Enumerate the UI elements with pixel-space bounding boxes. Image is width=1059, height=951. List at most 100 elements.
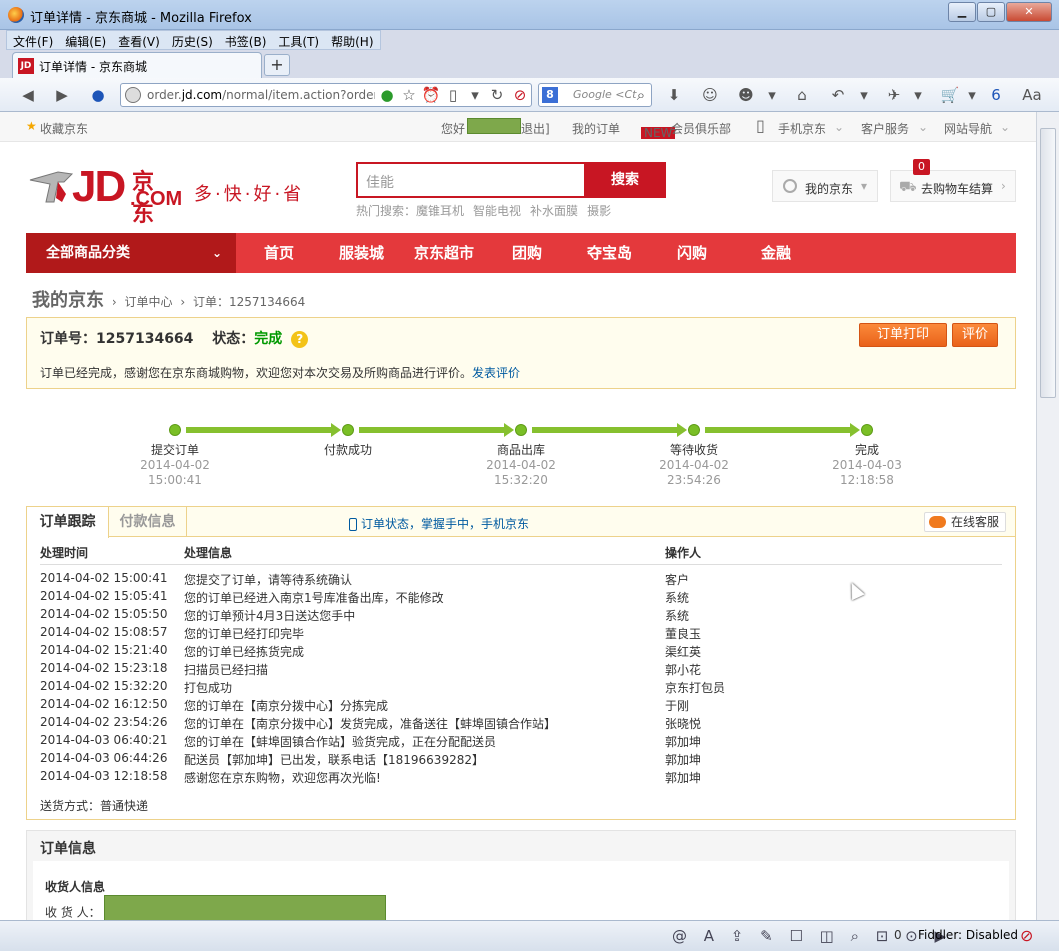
download-icon[interactable]: ⬇: [664, 85, 684, 105]
jd-dog-icon: [29, 171, 74, 203]
font-icon[interactable]: Aa: [1022, 85, 1042, 105]
close-button[interactable]: ✕: [1006, 2, 1052, 22]
plane-icon[interactable]: ✈: [884, 85, 904, 105]
review-button[interactable]: 评价: [952, 323, 998, 347]
new-tab-button[interactable]: +: [264, 54, 290, 76]
status-bar-icons[interactable]: @ A ⇪ ✎ ☐ ◫ ⌕ ⊡ ⊙ ▶: [672, 927, 952, 945]
search-engine-icon[interactable]: 8: [542, 87, 558, 103]
all-categories-button[interactable]: 全部商品分类 ⌄: [26, 233, 236, 273]
table-row: 2014-04-03 06:44:26 配送员【郭加坤】已出发，联系电话【1819…: [40, 751, 1002, 769]
dropdown-arrow-icon[interactable]: ▾: [465, 85, 485, 105]
addon-icon[interactable]: ☺: [700, 85, 720, 105]
minimize-button[interactable]: ▁: [948, 2, 976, 22]
home-page-icon[interactable]: ●: [88, 85, 108, 105]
nav-item-group-buy[interactable]: 团购: [512, 233, 542, 273]
menu-help[interactable]: 帮助(H): [325, 31, 379, 49]
order-info-title: 订单信息: [40, 841, 96, 857]
undo-dropdown-icon[interactable]: ▾: [854, 85, 874, 105]
breadcrumb-order-center[interactable]: 订单中心: [124, 295, 172, 309]
menu-history[interactable]: 历史(S): [166, 31, 219, 49]
site-identity-icon[interactable]: [125, 87, 141, 103]
url-text[interactable]: order.jd.com/normal/item.action?orderid=: [147, 88, 375, 102]
maximize-button[interactable]: ▢: [977, 2, 1005, 22]
phone-icon[interactable]: ▯: [443, 85, 463, 105]
shipping-method: 送货方式：普通快递: [40, 799, 149, 813]
nav-item-finance[interactable]: 金融: [761, 233, 791, 273]
nav-item-supermarket[interactable]: 京东超市: [414, 233, 474, 273]
cart-icon[interactable]: 🛒: [940, 85, 960, 105]
cart-dropdown-icon[interactable]: ▾: [962, 85, 982, 105]
order-info-box: 订单信息 收货人信息 收 货 人：: [26, 830, 1016, 920]
customer-service-link[interactable]: 客户服务: [861, 120, 909, 137]
online-service-button[interactable]: 在线客服: [924, 512, 1006, 532]
my-jd-button[interactable]: 我的京东 ▾: [772, 170, 878, 202]
toolbar-dropdown-icon[interactable]: ▾: [762, 85, 782, 105]
my-order-link[interactable]: 我的订单: [572, 120, 620, 137]
favorite-link[interactable]: 收藏京东: [40, 120, 88, 137]
nav-item-treasure[interactable]: 夺宝岛: [587, 233, 632, 273]
search-button[interactable]: 搜索: [584, 162, 666, 198]
jd-favicon-icon: JD: [18, 58, 34, 74]
vip-club-link[interactable]: 会员俱乐部: [671, 120, 731, 137]
tool-6-icon[interactable]: 6: [986, 85, 1006, 105]
search-bar[interactable]: 8 Google <Ct ⌕: [538, 83, 652, 107]
nav-item-flash-sale[interactable]: 闪购: [677, 233, 707, 273]
fiddler-icon[interactable]: ⊘: [1020, 926, 1033, 945]
go-icon[interactable]: ●: [377, 85, 397, 105]
order-number: 1257134664: [96, 331, 194, 347]
menu-bookmarks[interactable]: 书签(B): [219, 31, 273, 49]
adblock-icon[interactable]: ⊘: [510, 85, 530, 105]
home-icon[interactable]: ⌂: [792, 85, 812, 105]
progress-arrow: [532, 423, 687, 437]
search-icon[interactable]: ⌕: [631, 85, 651, 105]
cart-button[interactable]: ⛟ 0 去购物车结算 ›: [890, 159, 1016, 202]
hot-search-item[interactable]: 摄影: [587, 204, 611, 218]
row-operator: 郭加坤: [665, 771, 702, 785]
alarm-icon[interactable]: ⏰: [421, 85, 441, 105]
forward-icon[interactable]: ▶: [52, 85, 72, 105]
receiver-label: 收 货 人：: [45, 905, 101, 920]
scrollbar-thumb[interactable]: [1040, 128, 1056, 398]
help-icon[interactable]: ?: [291, 330, 309, 348]
emoji-icon[interactable]: ☻: [736, 85, 756, 105]
order-summary: 订单号：1257134664 状态：完成 ?: [40, 328, 309, 348]
step-name: 等待收货: [669, 443, 718, 457]
hot-search-item[interactable]: 补水面膜: [530, 204, 578, 218]
tab-strip: JD 订单详情 - 京东商城 +: [0, 50, 1059, 78]
hot-search-item[interactable]: 魔锥耳机: [416, 204, 464, 218]
search-placeholder[interactable]: Google <Ct: [573, 88, 637, 101]
nav-item-clothing[interactable]: 服装城: [339, 233, 384, 273]
logout-link[interactable]: 退出]: [521, 120, 550, 137]
menu-edit[interactable]: 编辑(E): [59, 31, 112, 49]
step-name: 提交订单: [150, 443, 199, 457]
product-search[interactable]: 佳能 搜索: [356, 162, 666, 198]
mobile-jd-link[interactable]: 手机京东: [778, 120, 826, 137]
tab-order-tracking[interactable]: 订单跟踪: [27, 507, 109, 538]
reload-icon[interactable]: ↻: [487, 85, 507, 105]
fiddler-status[interactable]: Fiddler: Disabled: [918, 928, 1018, 942]
post-review-link[interactable]: 发表评价: [472, 366, 520, 380]
table-row: 2014-04-02 15:23:18 扫描员已经扫描 郭小花: [40, 661, 1002, 679]
row-info: 您的订单已经进入南京1号库准备出库，不能修改: [184, 591, 444, 605]
menu-file[interactable]: 文件(F): [7, 31, 59, 49]
undo-icon[interactable]: ↶: [828, 85, 848, 105]
row-time: 2014-04-03 12:18:58: [40, 769, 168, 783]
mobile-tip-link[interactable]: 订单状态，掌握手中，手机京东: [349, 515, 529, 532]
back-icon[interactable]: ◀: [18, 85, 38, 105]
tab-payment-info[interactable]: 付款信息: [109, 507, 187, 537]
site-nav-link[interactable]: 网站导航: [944, 120, 992, 137]
bookmark-star-icon[interactable]: ☆: [399, 85, 419, 105]
url-bar[interactable]: order.jd.com/normal/item.action?orderid=…: [120, 83, 532, 107]
tracking-table-header: 处理时间 处理信息 操作人: [40, 544, 1002, 565]
step-date: 2014-04-02: [486, 458, 556, 472]
menu-view[interactable]: 查看(V): [112, 31, 166, 49]
nav-item-home[interactable]: 首页: [264, 233, 294, 273]
breadcrumb-my-jd[interactable]: 我的京东: [32, 290, 104, 311]
product-search-input[interactable]: 佳能: [366, 172, 394, 192]
menu-tools[interactable]: 工具(T): [272, 31, 325, 49]
hot-search-item[interactable]: 智能电视: [473, 204, 521, 218]
page-scrollbar[interactable]: [1036, 112, 1059, 920]
plane-dropdown-icon[interactable]: ▾: [908, 85, 928, 105]
tab-order-detail[interactable]: JD 订单详情 - 京东商城: [12, 52, 262, 78]
print-order-button[interactable]: 订单打印: [859, 323, 947, 347]
